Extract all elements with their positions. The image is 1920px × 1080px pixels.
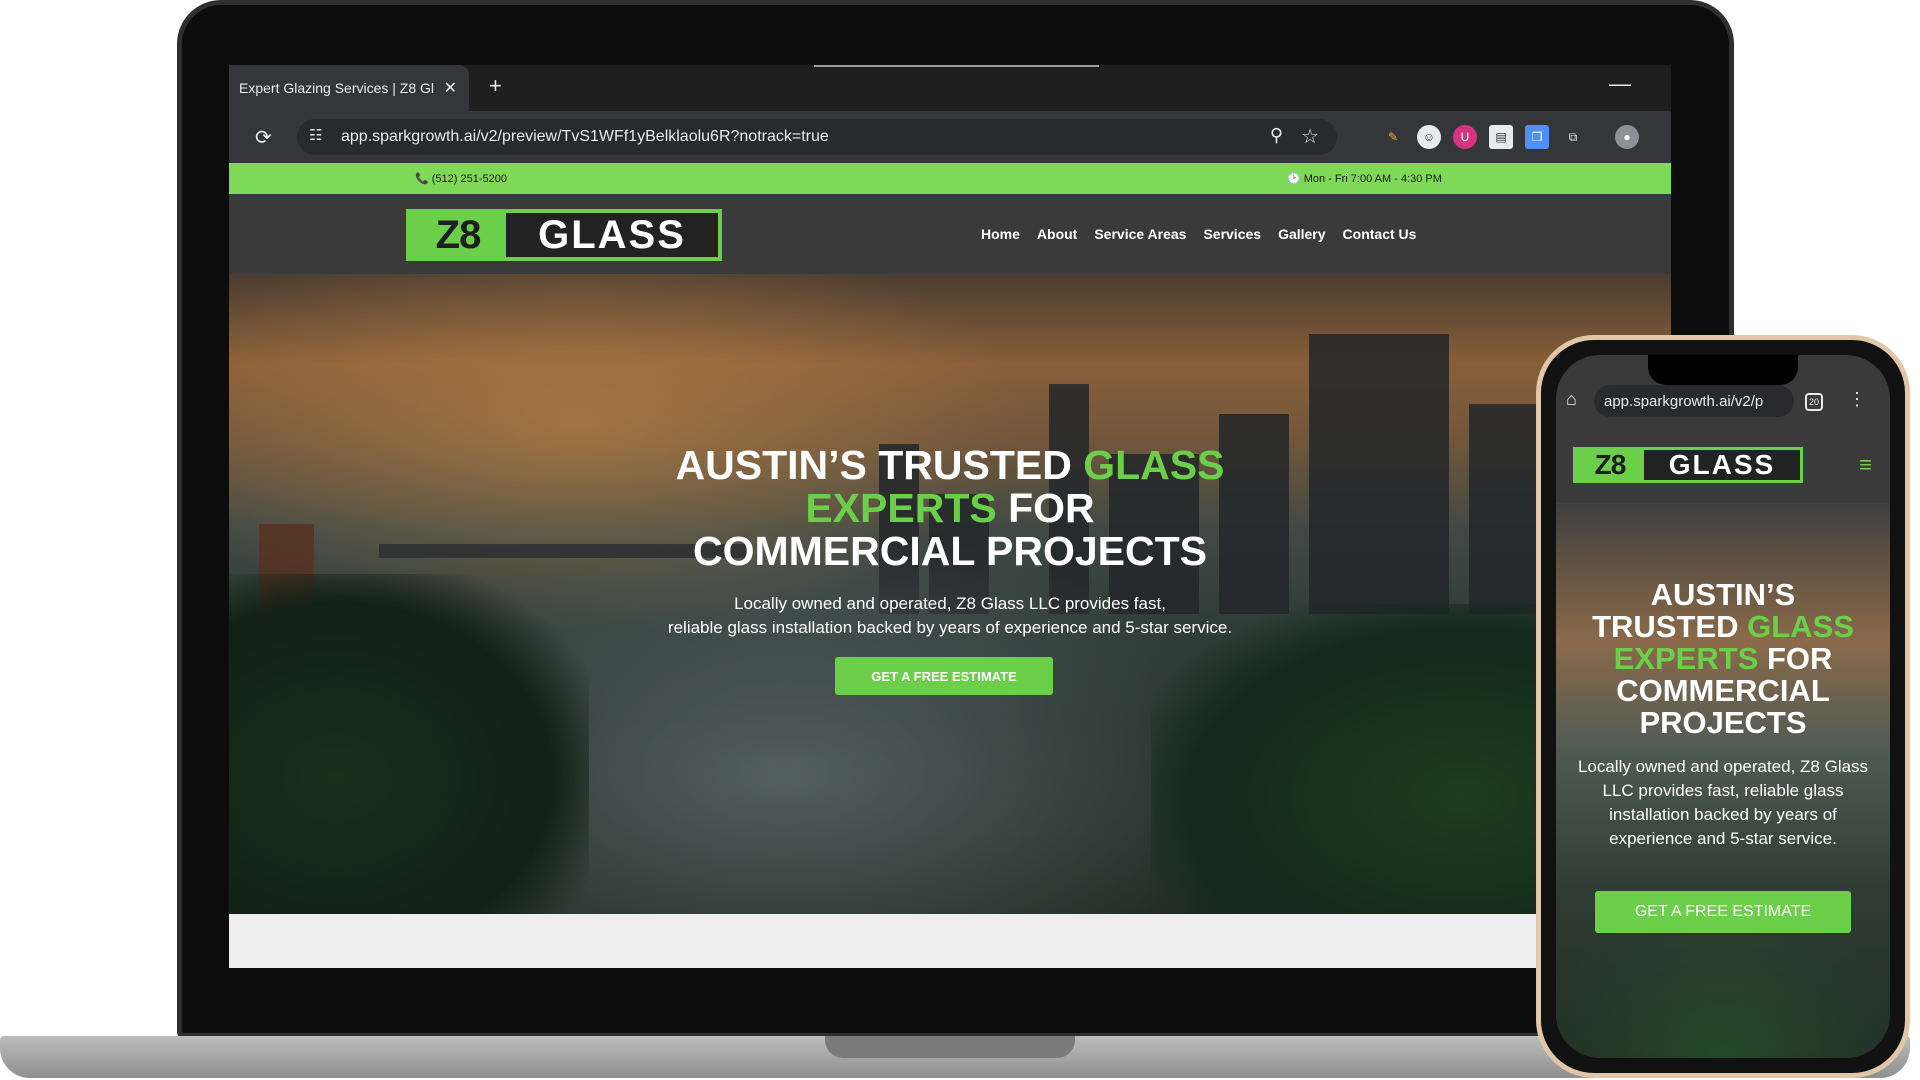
main-nav: Home About Service Areas Services Galler… — [981, 226, 1416, 242]
headline-part: FOR — [996, 485, 1095, 531]
tab-bar: Expert Glazing Services | Z8 Gla ✕ + — — [229, 65, 1671, 111]
headline-part: TRUSTED — [1592, 609, 1748, 644]
contact-topbar: 📞 (512) 251-5200 🕑 Mon - Fri 7:00 AM - 4… — [229, 163, 1671, 194]
mobile-header: Z8 GLASS ≡ — [1556, 429, 1890, 503]
doc-extension-icon[interactable]: ▤ — [1489, 125, 1513, 149]
minimize-icon[interactable]: — — [1609, 71, 1631, 97]
phone-number[interactable]: 📞 (512) 251-5200 — [415, 172, 507, 185]
dynamic-island — [1648, 355, 1798, 385]
headline-part: COMMERCIAL — [1616, 673, 1830, 708]
headline-part: PROJECTS — [1639, 705, 1807, 740]
browser-tab[interactable]: Expert Glazing Services | Z8 Gla ✕ — [229, 65, 469, 111]
headline-part: FOR — [1758, 641, 1833, 676]
next-section — [229, 914, 1671, 968]
search-icon[interactable]: ⚲ — [1270, 125, 1283, 146]
mobile-url[interactable]: app.sparkgrowth.ai/v2/p — [1604, 393, 1763, 410]
phone-frame: ⌂ app.sparkgrowth.ai/v2/p 20 ⋮ Z8 GLASS … — [1536, 335, 1910, 1078]
puzzle-extensions-icon[interactable]: ⧉ — [1561, 125, 1585, 149]
z8-glass-logo[interactable]: Z8 GLASS — [406, 209, 722, 261]
headline-highlight: EXPERTS — [1613, 641, 1759, 676]
logo-z8: Z8 — [410, 213, 506, 257]
profile-avatar[interactable]: ● — [1615, 125, 1639, 149]
subtitle-line: reliable glass installation backed by ye… — [667, 618, 1233, 637]
mobile-logo[interactable]: Z8 GLASS — [1573, 447, 1803, 483]
headline-part: AUSTIN’S TRUSTED — [675, 442, 1084, 488]
emoji-extension-icon[interactable]: ☺ — [1417, 125, 1441, 149]
logo-z8: Z8 — [1576, 449, 1644, 480]
logo-glass: GLASS — [1644, 449, 1800, 480]
nav-contact-us[interactable]: Contact Us — [1343, 226, 1417, 242]
headline-part: COMMERCIAL PROJECTS — [692, 528, 1208, 574]
pen-extension-icon[interactable]: ✎ — [1381, 125, 1405, 149]
headline-part: AUSTIN’S — [1650, 577, 1796, 612]
tab-title: Expert Glazing Services | Z8 Gla — [239, 80, 434, 96]
more-menu-icon[interactable]: ⋮ — [1848, 389, 1866, 410]
home-icon[interactable]: ⌂ — [1566, 389, 1577, 410]
hamburger-menu-icon[interactable]: ≡ — [1859, 452, 1872, 478]
logo-glass: GLASS — [506, 213, 718, 257]
hero-section: AUSTIN’S TRUSTED GLASS EXPERTS FOR COMME… — [229, 274, 1671, 914]
mobile-hero: AUSTIN’S TRUSTED GLASS EXPERTS FOR COMME… — [1556, 503, 1890, 1058]
nav-gallery[interactable]: Gallery — [1278, 226, 1325, 242]
mobile-headline: AUSTIN’S TRUSTED GLASS EXPERTS FOR COMME… — [1556, 579, 1890, 739]
business-hours: 🕑 Mon - Fri 7:00 AM - 4:30 PM — [1287, 173, 1442, 185]
close-icon[interactable]: ✕ — [444, 78, 457, 98]
laptop-screen: Expert Glazing Services | Z8 Gla ✕ + — ⟳… — [229, 65, 1671, 968]
nav-about[interactable]: About — [1037, 226, 1077, 242]
website-viewport: 📞 (512) 251-5200 🕑 Mon - Fri 7:00 AM - 4… — [229, 163, 1671, 968]
nav-home[interactable]: Home — [981, 226, 1020, 242]
headline-highlight: EXPERTS — [805, 485, 997, 531]
reload-icon[interactable]: ⟳ — [255, 125, 272, 150]
star-icon[interactable]: ☆ — [1301, 124, 1319, 149]
phone-screen: ⌂ app.sparkgrowth.ai/v2/p 20 ⋮ Z8 GLASS … — [1556, 355, 1890, 1058]
subtitle-line: Locally owned and operated, Z8 Glass LLC… — [734, 594, 1166, 613]
site-info-icon[interactable]: ☷ — [309, 126, 322, 144]
site-header: Z8 GLASS Home About Service Areas Servic… — [229, 194, 1671, 274]
nav-services[interactable]: Services — [1203, 226, 1261, 242]
tab-count-icon[interactable]: 20 — [1805, 393, 1823, 411]
headline-highlight: GLASS — [1747, 609, 1854, 644]
mobile-website: Z8 GLASS ≡ AUSTIN’S TRUSTED GLASS EXPERT… — [1556, 429, 1890, 1058]
mobile-subtitle: Locally owned and operated, Z8 Glass LLC… — [1577, 757, 1869, 848]
mobile-address-bar[interactable]: app.sparkgrowth.ai/v2/p — [1594, 385, 1794, 417]
url-text[interactable]: app.sparkgrowth.ai/v2/preview/TvS1WFf1yB… — [341, 128, 829, 146]
hero-subtitle: Locally owned and operated, Z8 Glass LLC… — [229, 592, 1671, 640]
mobile-free-estimate-button[interactable]: GET A FREE ESTIMATE — [1595, 891, 1851, 933]
new-tab-icon[interactable]: + — [489, 73, 502, 99]
nav-service-areas[interactable]: Service Areas — [1094, 226, 1186, 242]
hero-headline: AUSTIN’S TRUSTED GLASS EXPERTS FOR COMME… — [229, 444, 1671, 573]
device-mockup: Expert Glazing Services | Z8 Gla ✕ + — ⟳… — [0, 0, 1920, 1080]
address-bar[interactable]: ☷ app.sparkgrowth.ai/v2/preview/TvS1WFf1… — [297, 119, 1337, 155]
shield-extension-icon[interactable]: U — [1453, 125, 1477, 149]
free-estimate-button[interactable]: GET A FREE ESTIMATE — [835, 657, 1053, 695]
headline-highlight: GLASS — [1083, 442, 1225, 488]
laptop-notch — [825, 1036, 1075, 1058]
copy-extension-icon[interactable]: ❐ — [1525, 125, 1549, 149]
loading-indicator — [814, 65, 1099, 67]
